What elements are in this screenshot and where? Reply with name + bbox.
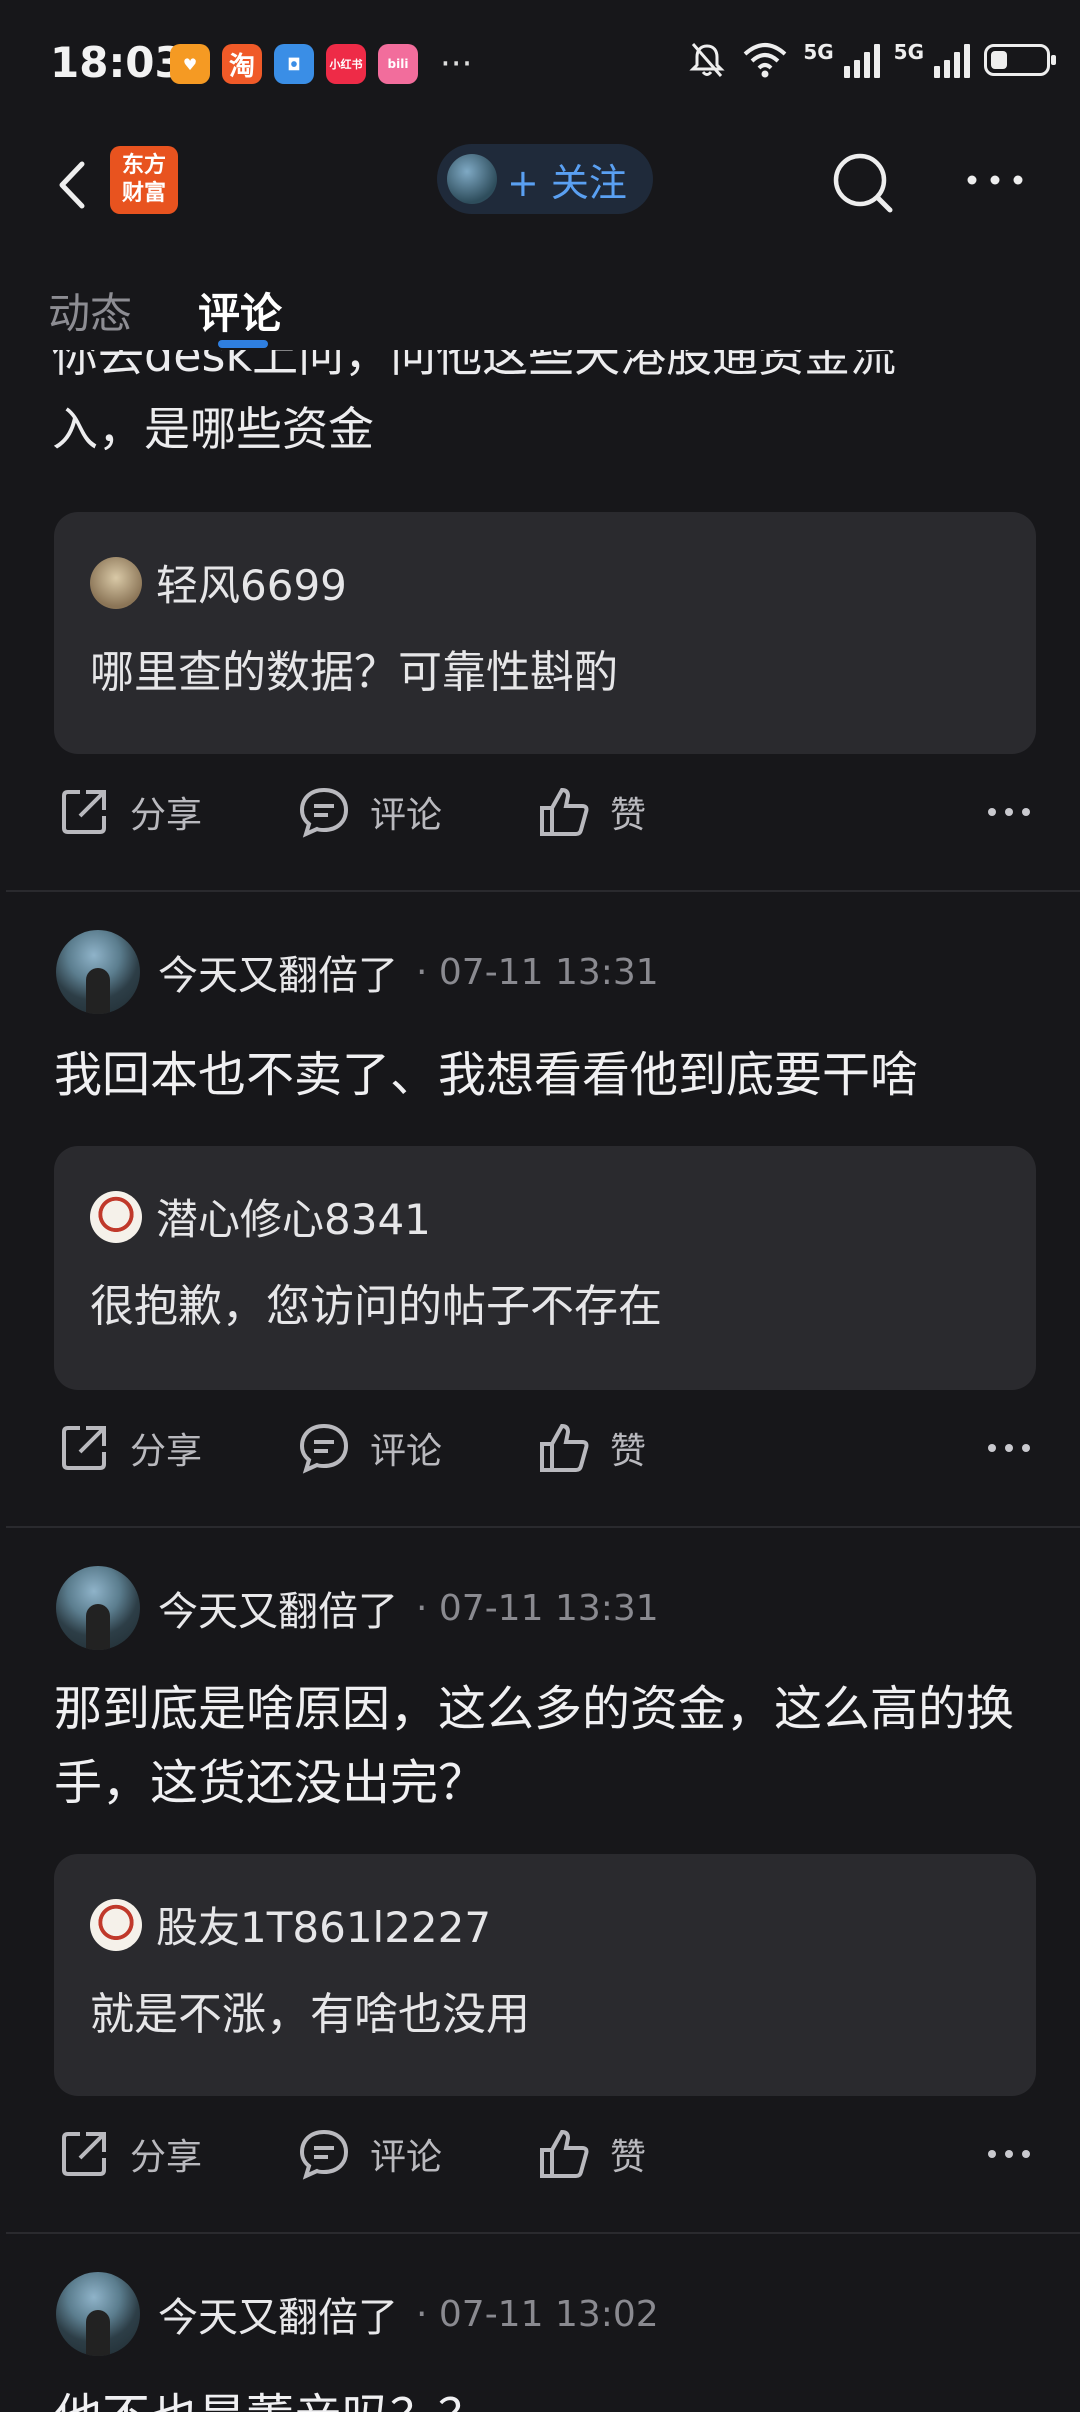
- like-label: 赞: [610, 1431, 647, 1472]
- comment-icon: [299, 2129, 349, 2180]
- battery-icon: [984, 44, 1056, 76]
- follow-label: + 关注: [507, 160, 627, 205]
- active-tab-indicator: [218, 340, 268, 348]
- post-body-line: 入，是哪些资金: [52, 402, 374, 456]
- more-notifications-icon: ···: [440, 44, 473, 84]
- share-label: 分享: [130, 795, 203, 836]
- share-icon: [62, 790, 106, 834]
- comment-label: 评论: [370, 795, 443, 836]
- notes-app-icon: ◘: [274, 44, 314, 84]
- signal-strength-icon: [843, 42, 880, 78]
- mute-bell-icon: [689, 43, 725, 77]
- quoted-text: 很抱歉，您访问的帖子不存在: [90, 1281, 662, 1332]
- top-nav-bar: 东方 财富 + 关注: [0, 130, 1080, 240]
- tab-dynamics[interactable]: 动态: [48, 280, 132, 341]
- post-time: · 07-11 13:02: [416, 2293, 659, 2335]
- like-button[interactable]: 赞: [536, 1420, 646, 1476]
- back-arrow-icon[interactable]: [44, 150, 114, 220]
- quoted-username[interactable]: 轻风6699: [156, 552, 347, 613]
- post-header: 今天又翻倍了 · 07-11 13:31: [56, 1566, 659, 1650]
- post-header: 今天又翻倍了 · 07-11 13:02: [56, 2272, 659, 2356]
- quoted-username[interactable]: 股友1T861l2227: [156, 1894, 491, 1955]
- post-header: 今天又翻倍了 · 07-11 13:31: [56, 930, 659, 1014]
- quoted-text: 哪里查的数据？可靠性斟酌: [90, 647, 618, 698]
- post-author[interactable]: 今天又翻倍了: [158, 1579, 398, 1637]
- like-label: 赞: [610, 2137, 647, 2178]
- post-author[interactable]: 今天又翻倍了: [158, 943, 398, 1001]
- share-button[interactable]: 分享: [56, 2126, 202, 2182]
- wifi-icon: [743, 43, 787, 78]
- post-body-line: 你去desk上问，问他这些天港股通资金流: [52, 350, 897, 382]
- comment-label: 评论: [370, 1431, 443, 1472]
- quoted-comment[interactable]: 潜心修心8341 很抱歉，您访问的帖子不存在: [54, 1146, 1036, 1390]
- more-icon[interactable]: [984, 1438, 1034, 1458]
- divider: [6, 890, 1080, 892]
- divider: [6, 1526, 1080, 1528]
- like-button[interactable]: 赞: [536, 784, 646, 840]
- avatar: [90, 556, 142, 609]
- avatar[interactable]: [56, 930, 140, 1014]
- share-button[interactable]: 分享: [56, 784, 202, 840]
- author-avatar: [447, 154, 497, 204]
- post-body[interactable]: 那到底是啥原因，这么多的资金，这么高的换手，这货还没出完？: [54, 1672, 1044, 1820]
- more-icon[interactable]: [984, 2144, 1034, 2164]
- clock: 18:03: [50, 38, 184, 87]
- share-icon: [62, 1426, 106, 1470]
- comment-button[interactable]: 评论: [296, 2126, 442, 2182]
- avatar: [90, 1898, 142, 1951]
- system-icons: 5G 5G: [687, 40, 1056, 80]
- post-body-partial: 你去desk上问，问他这些天港股通资金流 入，是哪些资金: [52, 350, 1032, 466]
- divider: [6, 2232, 1080, 2234]
- quoted-text: 就是不涨，有啥也没用: [90, 1989, 530, 2040]
- avatar: [90, 1190, 142, 1243]
- search-icon[interactable]: [828, 148, 898, 218]
- post-time: · 07-11 13:31: [416, 951, 659, 993]
- more-icon[interactable]: [984, 802, 1034, 822]
- network-type-label: 5G: [803, 40, 834, 64]
- notification-icons: ♥ 淘 ◘ 小红书 bili ···: [170, 44, 472, 84]
- quoted-comment[interactable]: 轻风6699 哪里查的数据？可靠性斟酌: [54, 512, 1036, 754]
- quoted-comment[interactable]: 股友1T861l2227 就是不涨，有啥也没用: [54, 1854, 1036, 2096]
- signal-strength-icon-2: [934, 42, 970, 78]
- follow-button[interactable]: + 关注: [437, 144, 653, 214]
- comment-button[interactable]: 评论: [296, 1420, 442, 1476]
- tab-bar: 动态 评论: [0, 270, 1080, 348]
- eastmoney-logo[interactable]: 东方 财富: [110, 146, 178, 214]
- share-label: 分享: [130, 1431, 203, 1472]
- quoted-username[interactable]: 潜心修心8341: [156, 1186, 431, 1247]
- comment-label: 评论: [370, 2137, 443, 2178]
- more-options-icon[interactable]: [960, 160, 1030, 200]
- share-icon: [62, 2132, 106, 2176]
- xiaohongshu-app-icon: 小红书: [326, 44, 366, 84]
- post-actions: 分享 评论 赞: [0, 1420, 1080, 1500]
- post-body[interactable]: 他不也是董亲吗？？: [54, 2380, 1044, 2412]
- share-button[interactable]: 分享: [56, 1420, 202, 1476]
- post-body[interactable]: 我回本也不卖了、我想看看他到底要干啥: [54, 1038, 1044, 1112]
- avatar[interactable]: [56, 1566, 140, 1650]
- thumbs-up-icon: [540, 1423, 589, 1472]
- heart-app-icon: ♥: [170, 44, 210, 84]
- like-button[interactable]: 赞: [536, 2126, 646, 2182]
- bilibili-app-icon: bili: [378, 44, 418, 84]
- comment-icon: [299, 1423, 349, 1474]
- battery-level: [991, 51, 1007, 69]
- network-type-label-2: 5G: [893, 40, 924, 64]
- taobao-app-icon: 淘: [222, 44, 262, 84]
- post-author[interactable]: 今天又翻倍了: [158, 2285, 398, 2343]
- status-bar: 18:03 ♥ 淘 ◘ 小红书 bili ··· 5G 5G: [0, 0, 1080, 130]
- thumbs-up-icon: [540, 2129, 589, 2178]
- post-actions: 分享 评论 赞: [0, 784, 1080, 864]
- avatar[interactable]: [56, 2272, 140, 2356]
- comment-icon: [299, 787, 349, 838]
- comment-button[interactable]: 评论: [296, 784, 442, 840]
- thumbs-up-icon: [540, 787, 589, 836]
- tab-comments[interactable]: 评论: [198, 280, 282, 341]
- post-actions: 分享 评论 赞: [0, 2126, 1080, 2206]
- post-time: · 07-11 13:31: [416, 1587, 659, 1629]
- like-label: 赞: [610, 795, 647, 836]
- share-label: 分享: [130, 2137, 203, 2178]
- comment-feed[interactable]: 你去desk上问，问他这些天港股通资金流 入，是哪些资金 轻风6699 哪里查的…: [0, 350, 1080, 2412]
